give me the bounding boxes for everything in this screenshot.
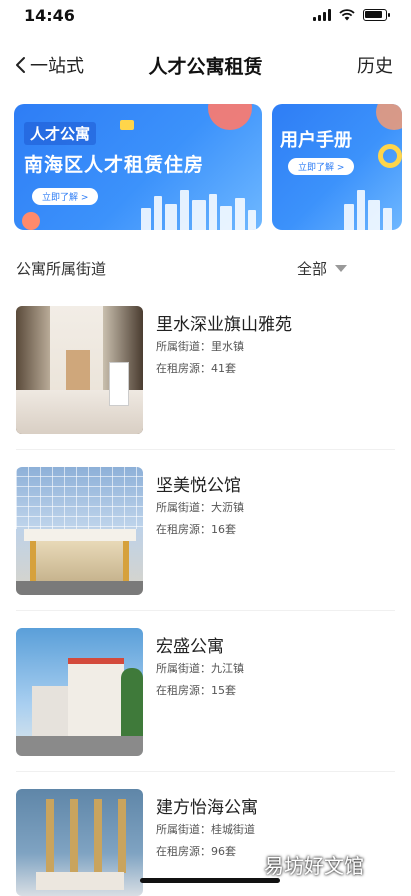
decor-ring bbox=[378, 144, 402, 168]
banner-headline: 用户手册 bbox=[280, 130, 352, 151]
apartment-name: 宏盛公寓 bbox=[156, 637, 224, 657]
battery-icon bbox=[363, 9, 390, 21]
decor-circle bbox=[22, 212, 40, 230]
count-label: 在租房源： bbox=[156, 523, 211, 536]
nav-bar: 一站式 人才公寓租赁 历史 bbox=[0, 42, 411, 86]
apartment-name: 里水深业旗山雅苑 bbox=[156, 315, 292, 335]
listing-count-info: 在租房源：41套 bbox=[156, 360, 236, 376]
caret-down-icon bbox=[335, 265, 347, 272]
banner-learn-more-button[interactable]: 立即了解 > bbox=[32, 188, 99, 205]
street-value: 九江镇 bbox=[211, 662, 244, 675]
street-value: 桂城街道 bbox=[211, 823, 255, 836]
divider bbox=[16, 610, 395, 611]
listing-count-info: 在租房源：16套 bbox=[156, 521, 236, 537]
street-label: 所属街道： bbox=[156, 340, 211, 353]
banner-user-manual[interactable]: 用户手册 立即了解 > bbox=[272, 104, 402, 230]
banner-learn-more-button[interactable]: 立即了解 > bbox=[288, 158, 355, 175]
count-label: 在租房源： bbox=[156, 362, 211, 375]
apartment-photo bbox=[16, 467, 143, 595]
decor-circle bbox=[208, 104, 252, 130]
skyline-illustration bbox=[344, 190, 392, 230]
banner-carousel: 人才公寓 南海区人才租赁住房 立即了解 > 用户手册 立即了解 > bbox=[14, 104, 411, 230]
street-info: 所属街道：大沥镇 bbox=[156, 499, 244, 515]
street-info: 所属街道：九江镇 bbox=[156, 660, 244, 676]
list-item[interactable]: 宏盛公寓 所属街道：九江镇 在租房源：15套 bbox=[0, 628, 411, 772]
street-value: 里水镇 bbox=[211, 340, 244, 353]
chevron-left-icon bbox=[16, 57, 25, 73]
banner-headline: 南海区人才租赁住房 bbox=[24, 154, 205, 176]
list-item[interactable]: 坚美悦公馆 所属街道：大沥镇 在租房源：16套 bbox=[0, 467, 411, 611]
divider bbox=[16, 771, 395, 772]
count-label: 在租房源： bbox=[156, 845, 211, 858]
status-time: 14:46 bbox=[24, 6, 75, 25]
count-value: 15套 bbox=[211, 684, 236, 697]
count-value: 96套 bbox=[211, 845, 236, 858]
status-icons bbox=[313, 9, 390, 21]
filter-selected-value: 全部 bbox=[296, 260, 327, 278]
back-label: 一站式 bbox=[30, 56, 84, 77]
divider bbox=[16, 449, 395, 450]
apartment-name: 坚美悦公馆 bbox=[156, 476, 241, 496]
cellular-signal-icon bbox=[313, 9, 331, 21]
street-label: 所属街道： bbox=[156, 501, 211, 514]
apartment-photo bbox=[16, 306, 143, 434]
street-label: 所属街道： bbox=[156, 823, 211, 836]
apartment-photo bbox=[16, 789, 143, 896]
listing-count-info: 在租房源：15套 bbox=[156, 682, 236, 698]
street-value: 大沥镇 bbox=[211, 501, 244, 514]
apartment-name: 建方怡海公寓 bbox=[156, 798, 258, 818]
decor-rect bbox=[120, 120, 134, 130]
street-filter-row: 公寓所属街道 全部 bbox=[0, 252, 411, 282]
street-info: 所属街道：桂城街道 bbox=[156, 821, 255, 837]
banner-talent-housing[interactable]: 人才公寓 南海区人才租赁住房 立即了解 > bbox=[14, 104, 262, 230]
street-filter-dropdown[interactable]: 全部 bbox=[297, 258, 347, 279]
decor-circle bbox=[376, 104, 402, 130]
home-indicator[interactable] bbox=[140, 878, 280, 883]
wifi-icon bbox=[339, 9, 355, 21]
history-button[interactable]: 历史 bbox=[357, 52, 393, 78]
list-item[interactable]: 里水深业旗山雅苑 所属街道：里水镇 在租房源：41套 bbox=[0, 306, 411, 450]
count-value: 16套 bbox=[211, 523, 236, 536]
filter-label: 公寓所属街道 bbox=[16, 260, 107, 278]
street-info: 所属街道：里水镇 bbox=[156, 338, 244, 354]
skyline-illustration bbox=[141, 190, 256, 230]
apartment-photo bbox=[16, 628, 143, 756]
back-button[interactable]: 一站式 bbox=[14, 52, 84, 78]
listing-count-info: 在租房源：96套 bbox=[156, 843, 236, 859]
count-value: 41套 bbox=[211, 362, 236, 375]
status-bar: 14:46 bbox=[0, 0, 411, 34]
banner-tag: 人才公寓 bbox=[24, 122, 97, 145]
count-label: 在租房源： bbox=[156, 684, 211, 697]
street-label: 所属街道： bbox=[156, 662, 211, 675]
